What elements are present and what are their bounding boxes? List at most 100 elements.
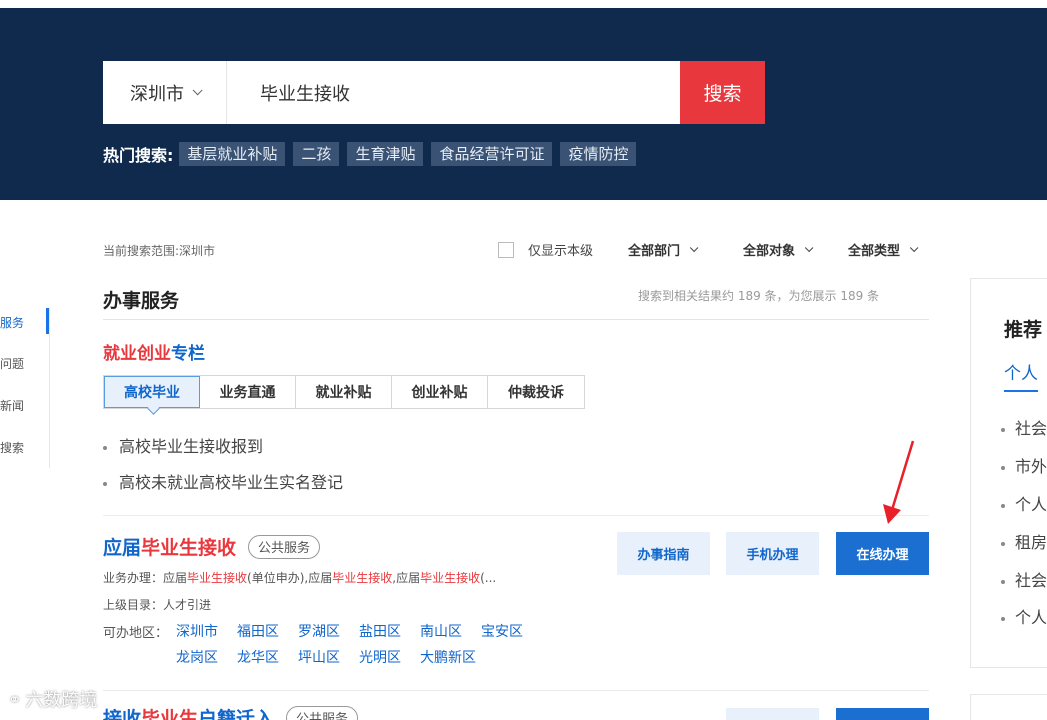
dept-filter-label: 全部部门 <box>628 244 681 259</box>
hot-tag[interactable]: 生育津贴 <box>347 142 424 166</box>
column-title-red: 就业创业 <box>103 344 171 364</box>
section-title: 办事服务 <box>103 290 180 312</box>
list-item-label: 高校毕业生接收报到 <box>119 437 264 456</box>
city-selector[interactable]: 深圳市 <box>103 61 227 124</box>
dept-filter[interactable]: 全部部门 <box>628 240 699 259</box>
area-link[interactable]: 光明区 <box>359 647 401 667</box>
only-level-checkbox[interactable]: 仅显示本级 <box>498 240 593 259</box>
result-business-line: 业务办理：应届毕业生接收(单位申办),应届毕业生接收,应届毕业生接收(... <box>103 569 496 586</box>
tab-arbitration[interactable]: 仲裁投诉 <box>488 376 584 408</box>
tab-direct-business[interactable]: 业务直通 <box>200 376 296 408</box>
area-link[interactable]: 龙华区 <box>237 647 279 667</box>
sidenav-item-services[interactable]: 服务 <box>0 314 24 331</box>
bullet-icon <box>1001 579 1005 584</box>
recommend-item[interactable]: 市外 <box>1001 453 1047 477</box>
area-link[interactable]: 宝安区 <box>481 621 523 641</box>
result-title-highlight: 毕业生接收 <box>141 537 237 559</box>
bullet-icon <box>1001 616 1005 621</box>
online-button[interactable] <box>836 708 929 720</box>
service-type-badge: 公共服务 <box>248 534 321 559</box>
mobile-button[interactable]: 手机办理 <box>726 532 819 575</box>
watermark-text: 六数跨境 <box>25 690 98 711</box>
red-arrow-annotation <box>883 440 915 524</box>
recommend-item-label: 市外 <box>1015 457 1047 476</box>
tab-graduates[interactable]: 高校毕业 <box>104 376 200 408</box>
bullet-icon <box>103 481 107 486</box>
list-item[interactable]: 高校未就业高校毕业生实名登记 <box>103 469 343 493</box>
bullet-icon <box>1001 465 1005 470</box>
chevron-down-icon <box>909 243 919 252</box>
tab-personal[interactable]: 个人 <box>1004 359 1038 392</box>
guide-button[interactable]: 办事指南 <box>617 532 710 575</box>
type-filter[interactable]: 全部类型 <box>848 240 919 259</box>
list-item[interactable]: 高校毕业生接收报到 <box>103 433 263 457</box>
sidenav-item-news[interactable]: 新闻 <box>0 397 24 414</box>
column-title: 就业创业专栏 <box>103 339 205 364</box>
recommend-item[interactable]: 个人 <box>1001 604 1047 628</box>
section-divider <box>103 319 929 320</box>
watermark: ⚭ 六数跨境 <box>8 686 97 712</box>
recommend-item[interactable]: 社会 <box>1001 567 1047 591</box>
area-link[interactable]: 南山区 <box>420 621 462 641</box>
recommend-item[interactable]: 社会 <box>1001 415 1047 439</box>
recommend-item-label: 个人 <box>1015 495 1047 514</box>
area-link[interactable]: 坪山区 <box>298 647 340 667</box>
type-filter-label: 全部类型 <box>848 244 901 259</box>
text-highlight: 毕业生接收 <box>420 571 481 585</box>
hot-tag[interactable]: 疫情防控 <box>560 142 637 166</box>
area-link[interactable]: 龙岗区 <box>176 647 218 667</box>
text-highlight: 毕业生接收 <box>187 571 248 585</box>
area-link[interactable]: 罗湖区 <box>298 621 340 641</box>
sidenav-item-questions[interactable]: 问题 <box>0 355 24 372</box>
hot-tag[interactable]: 食品经营许可证 <box>431 142 553 166</box>
text-seg: (... <box>480 571 497 585</box>
tab-employment-subsidy[interactable]: 就业补贴 <box>296 376 392 408</box>
chevron-down-icon <box>804 243 814 252</box>
online-button[interactable]: 在线办理 <box>836 532 929 575</box>
bullet-icon <box>103 445 107 450</box>
bullet-icon <box>1001 503 1005 508</box>
bullet-icon <box>1001 541 1005 546</box>
area-link[interactable]: 盐田区 <box>359 621 401 641</box>
search-input[interactable] <box>227 61 680 124</box>
search-button[interactable]: 搜索 <box>680 61 765 124</box>
hot-tag[interactable]: 基层就业补贴 <box>179 142 286 166</box>
recommend-item-label: 租房 <box>1015 533 1047 552</box>
mobile-button[interactable] <box>726 708 819 720</box>
list-item-label: 高校未就业高校毕业生实名登记 <box>119 473 344 492</box>
hot-tag[interactable]: 二孩 <box>293 142 340 166</box>
recommend-title: 推荐 <box>1004 319 1043 341</box>
hot-search: 热门搜索: 基层就业补贴 二孩 生育津贴 食品经营许可证 疫情防控 <box>103 142 644 166</box>
column-title-blue: 专栏 <box>171 344 205 364</box>
result-title-post: 户籍迁入 <box>198 708 275 720</box>
target-filter-label: 全部对象 <box>743 244 796 259</box>
text-seg: 应届 <box>163 571 188 585</box>
target-filter[interactable]: 全部对象 <box>743 240 814 259</box>
area-link[interactable]: 大鹏新区 <box>420 647 476 667</box>
recommend-item-label: 社会 <box>1015 571 1047 590</box>
search-scope: 当前搜索范围:深圳市 <box>103 244 216 258</box>
only-level-label: 仅显示本级 <box>528 244 594 259</box>
checkbox-icon[interactable] <box>498 241 514 258</box>
result-count: 搜索到相关结果约 189 条，为您展示 189 条 <box>638 289 880 303</box>
recommend-item[interactable]: 个人 <box>1001 491 1047 515</box>
sidenav-active-marker <box>46 308 49 334</box>
logo-icon: ⚭ <box>8 689 22 709</box>
divider <box>103 690 929 691</box>
text-highlight: 毕业生接收 <box>332 571 393 585</box>
recommend-item-label: 社会 <box>1015 419 1047 438</box>
hot-search-label: 热门搜索: <box>103 146 174 165</box>
sidenav-item-search[interactable]: 搜索 <box>0 439 24 456</box>
recommend-item-label: 个人 <box>1015 608 1047 627</box>
result-title[interactable]: 应届 毕业生接收 公共服务 <box>103 533 321 560</box>
areas-label: 可办地区： <box>103 626 169 641</box>
divider <box>103 515 929 516</box>
chevron-down-icon <box>689 243 699 252</box>
result-title[interactable]: 接收 毕业生 户籍迁入 公共服务 <box>103 704 359 720</box>
sidenav-divider <box>49 308 50 468</box>
recommend-item[interactable]: 租房 <box>1001 529 1047 553</box>
area-link[interactable]: 福田区 <box>237 621 279 641</box>
tab-startup-subsidy[interactable]: 创业补贴 <box>392 376 488 408</box>
result-parent-dir: 上级目录：人才引进 <box>103 598 212 612</box>
area-link[interactable]: 深圳市 <box>176 621 218 641</box>
